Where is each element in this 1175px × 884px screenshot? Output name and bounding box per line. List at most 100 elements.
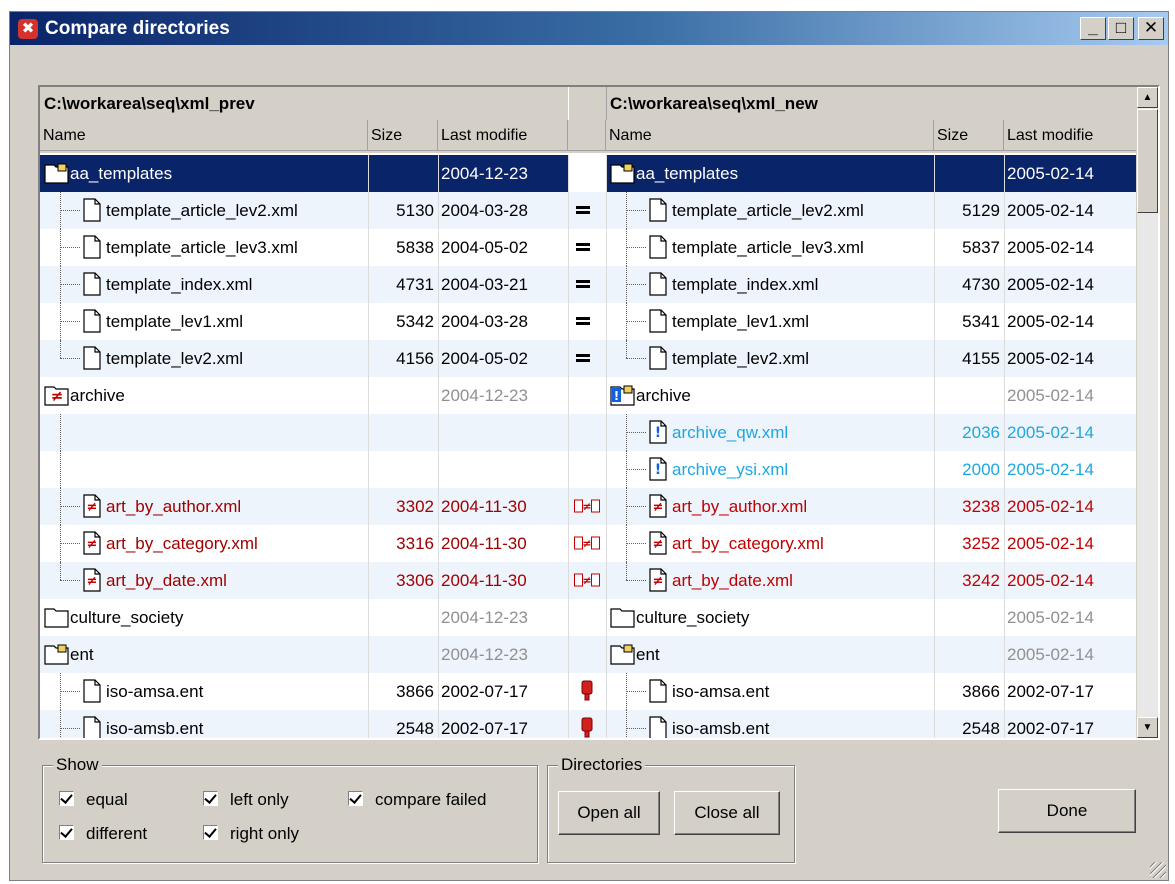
equal-status-icon (576, 351, 590, 365)
left-file-size (368, 451, 434, 488)
minimize-button[interactable]: _ (1080, 17, 1106, 40)
show-equal-label: equal (86, 790, 128, 809)
left-date-column-header[interactable]: Last modifie (438, 120, 568, 151)
right-file-date: 2005-02-14 (1007, 645, 1094, 664)
diff-app-icon: ✖ (18, 19, 38, 39)
show-equal-checkbox[interactable]: equal (59, 790, 128, 810)
resize-grip-icon[interactable] (1150, 862, 1166, 878)
left-file-size (368, 414, 434, 451)
right-file-name: template_index.xml (672, 275, 819, 294)
right-file-name: template_lev2.xml (672, 349, 810, 368)
file-different-icon: ≠ (82, 494, 102, 523)
right-file-size: 2548 (962, 719, 1000, 738)
maximize-button[interactable]: □ (1108, 17, 1134, 40)
file-icon (82, 272, 102, 301)
comparison-row[interactable]: ! archive_qw.xml 2036 2005-02-14 (40, 414, 1140, 451)
right-file-date: 2002-07-17 (1007, 682, 1094, 701)
left-file-size (368, 377, 434, 414)
scroll-down-button[interactable]: ▼ (1137, 717, 1158, 738)
comparison-row[interactable]: ≠ art_by_author.xml 3302 2004-11-30 ≠ art_by_… (40, 488, 1140, 525)
comparison-row[interactable]: template_article_lev3.xml 5838 2004-05-02 t… (40, 229, 1140, 266)
comparison-row[interactable]: ! archive_ysi.xml 2000 2005-02-14 (40, 451, 1140, 488)
comparison-row[interactable]: ≠ archive 2004-12-23! archive 2005-02-14 (40, 377, 1140, 414)
show-group-label: Show (53, 755, 102, 775)
right-file-size (934, 599, 1000, 636)
right-file-size: 5837 (962, 238, 1000, 257)
left-file-name: template_index.xml (106, 275, 253, 294)
show-different-checkbox[interactable]: different (59, 824, 147, 844)
comparison-row[interactable]: template_lev1.xml 5342 2004-03-28 template_… (40, 303, 1140, 340)
svg-text:≠: ≠ (653, 574, 664, 589)
file-different-icon: ≠ (82, 531, 102, 560)
file-icon (648, 679, 668, 708)
left-file-name: art_by_date.xml (106, 571, 227, 590)
left-file-date: 2004-03-21 (441, 275, 528, 294)
right-file-date: 2002-07-17 (1007, 719, 1094, 738)
right-file-size: 5129 (962, 201, 1000, 220)
comparison-row[interactable]: template_article_lev2.xml 5130 2004-03-28 t… (40, 192, 1140, 229)
right-file-size: 2036 (962, 423, 1000, 442)
left-name-column-header[interactable]: Name (40, 120, 368, 151)
left-file-date: 2004-11-30 (441, 534, 527, 553)
right-file-date: 2005-02-14 (1007, 349, 1094, 368)
right-file-name: ent (636, 645, 660, 664)
comparison-row[interactable]: culture_society 2004-12-23 culture_society… (40, 599, 1140, 636)
folder-closed-icon (44, 605, 70, 634)
comparison-row[interactable]: aa_templates 2004-12-23 aa_templates 2005-0… (40, 155, 1140, 192)
right-file-name: art_by_category.xml (672, 534, 824, 553)
left-file-date: 2004-11-30 (441, 497, 527, 516)
scroll-up-button[interactable]: ▲ (1137, 87, 1158, 108)
comparison-row[interactable]: ent 2004-12-23 ent 2005-02-14 (40, 636, 1140, 673)
checkbox-checked-icon (59, 791, 74, 807)
show-compare-failed-checkbox[interactable]: compare failed (348, 790, 487, 810)
comparison-row[interactable]: iso-amsa.ent 3866 2002-07-17 iso-amsa.ent 38… (40, 673, 1140, 710)
file-icon (82, 679, 102, 708)
comparison-row[interactable]: ≠ art_by_category.xml 3316 2004-11-30 ≠ art_b… (40, 525, 1140, 562)
open-all-button[interactable]: Open all (558, 791, 660, 835)
right-file-name: archive_ysi.xml (672, 460, 789, 479)
file-icon (648, 716, 668, 738)
directories-group: Directories Open all Close all (547, 755, 795, 863)
left-file-size (368, 636, 434, 673)
comparison-row[interactable]: template_index.xml 4731 2004-03-21 template… (40, 266, 1140, 303)
close-button[interactable]: ✕ (1138, 17, 1164, 40)
arrow-down-icon: ▼ (1142, 722, 1153, 733)
show-right-only-label: right only (230, 824, 299, 843)
checkbox-checked-icon (203, 791, 218, 807)
comparison-rows: aa_templates 2004-12-23 aa_templates 2005-0… (40, 155, 1140, 738)
right-date-column-header[interactable]: Last modifie (1004, 120, 1140, 151)
file-right-only-icon: ! (648, 457, 668, 486)
checkbox-checked-icon (348, 791, 363, 807)
right-file-date: 2005-02-14 (1007, 534, 1094, 553)
right-file-date: 2005-02-14 (1007, 201, 1094, 220)
right-name-column-header[interactable]: Name (606, 120, 934, 151)
close-all-button[interactable]: Close all (674, 791, 780, 835)
scroll-thumb[interactable] (1137, 109, 1158, 213)
right-file-name: art_by_date.xml (672, 571, 793, 590)
right-file-date: 2005-02-14 (1007, 275, 1094, 294)
show-left-only-checkbox[interactable]: left only (203, 790, 289, 810)
comparison-row[interactable]: template_lev2.xml 4156 2004-05-02 template_… (40, 340, 1140, 377)
done-button[interactable]: Done (998, 789, 1136, 833)
show-right-only-checkbox[interactable]: right only (203, 824, 299, 844)
right-file-name: iso-amsb.ent (672, 719, 770, 738)
left-file-size: 4156 (396, 349, 434, 368)
left-file-name: art_by_category.xml (106, 534, 258, 553)
right-file-date: 2005-02-14 (1007, 497, 1094, 516)
right-file-size: 3866 (962, 682, 1000, 701)
right-file-name: archive_qw.xml (672, 423, 789, 442)
close-icon: ✕ (1143, 18, 1159, 37)
right-directory-path: C:\workarea\seq\xml_new (610, 94, 818, 113)
file-icon (82, 716, 102, 738)
right-size-column-header[interactable]: Size (934, 120, 1004, 151)
status-column-header (568, 120, 606, 151)
comparison-row[interactable]: ≠ art_by_date.xml 3306 2004-11-30 ≠ art_by_da… (40, 562, 1140, 599)
left-file-date: 2002-07-17 (441, 682, 528, 701)
equal-status-icon (576, 314, 590, 328)
comparison-row[interactable]: iso-amsb.ent 2548 2002-07-17 iso-amsb.ent 25… (40, 710, 1140, 738)
left-file-date: 2002-07-17 (441, 719, 528, 738)
vertical-scrollbar[interactable]: ▲ ▼ (1136, 87, 1158, 738)
left-size-column-header[interactable]: Size (368, 120, 438, 151)
left-file-name: template_article_lev3.xml (106, 238, 298, 257)
left-file-size (368, 599, 434, 636)
